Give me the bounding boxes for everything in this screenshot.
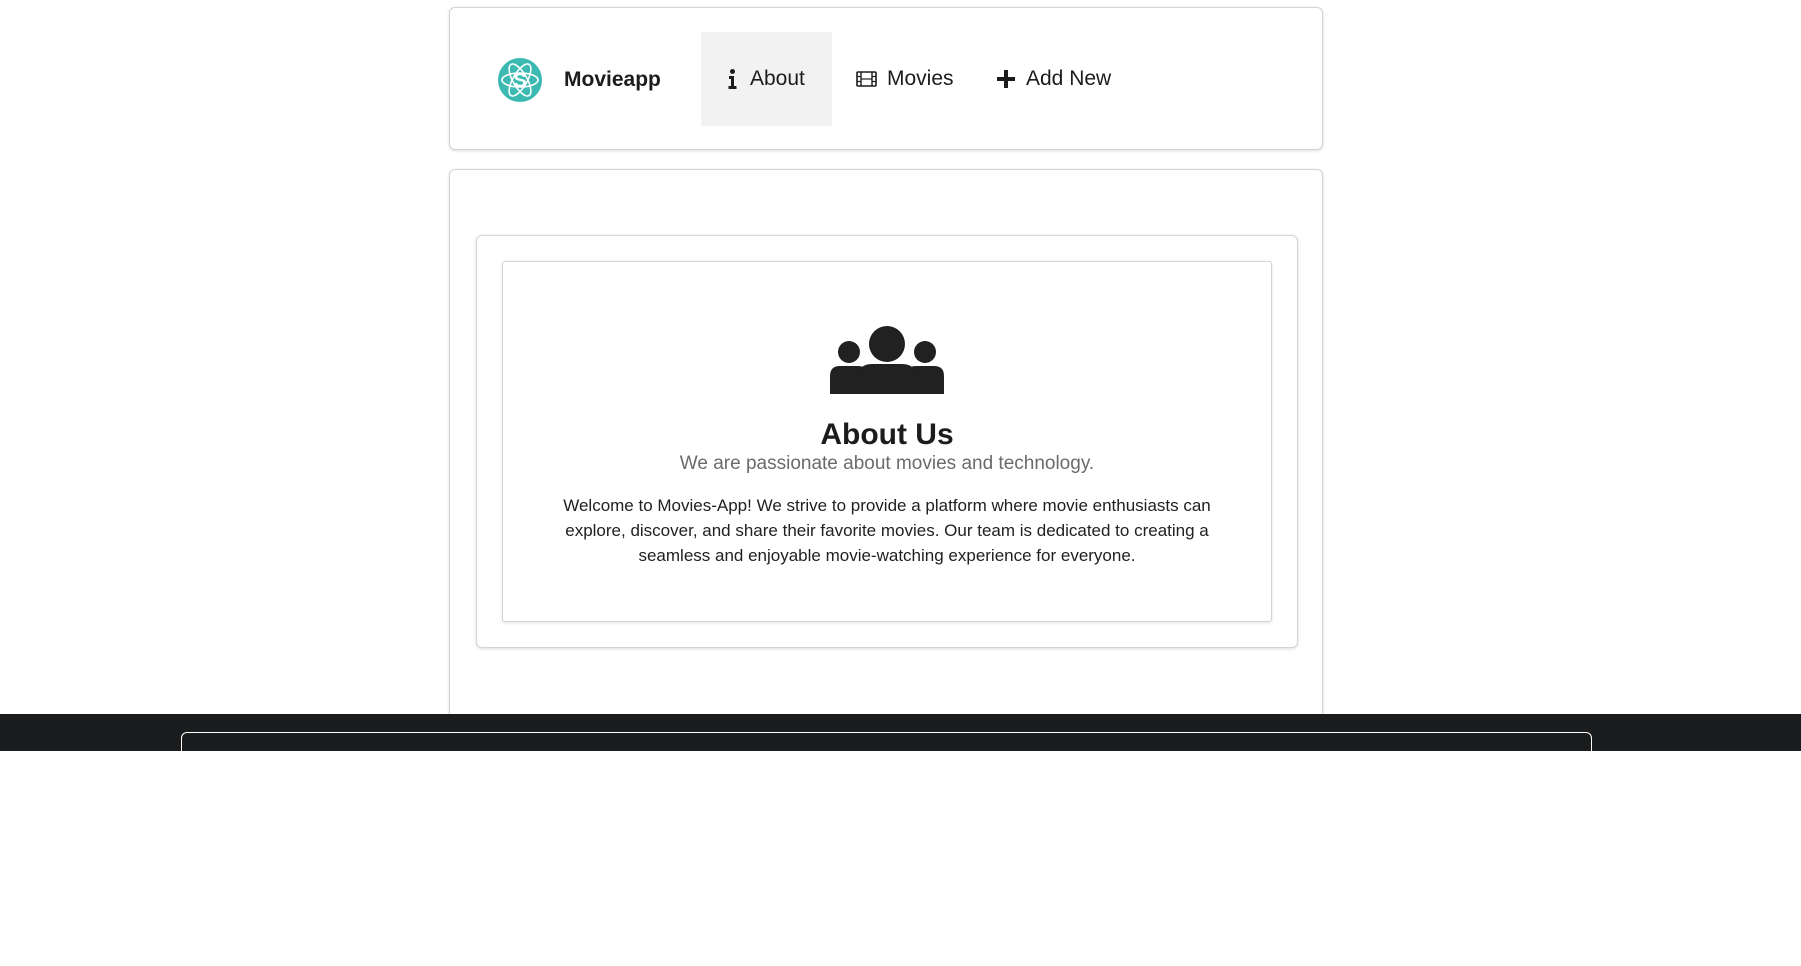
plus-icon bbox=[997, 70, 1015, 88]
nav-item-about[interactable]: About bbox=[701, 32, 832, 126]
brand[interactable]: S Movieapp bbox=[498, 57, 661, 102]
about-body-text: Welcome to Movies-App! We strive to prov… bbox=[563, 496, 1211, 565]
top-navbar: S Movieapp About Movies Add New bbox=[449, 7, 1323, 150]
nav-item-label: Movies bbox=[887, 67, 954, 90]
svg-text:S: S bbox=[513, 70, 526, 92]
about-segment: About Us We are passionate about movies … bbox=[476, 235, 1298, 648]
brand-name: Movieapp bbox=[564, 67, 661, 91]
users-icon bbox=[830, 326, 944, 394]
atom-s-logo-icon: S bbox=[498, 57, 542, 102]
footer bbox=[0, 714, 1801, 751]
film-icon bbox=[856, 71, 877, 87]
nav-item-label: About bbox=[750, 67, 805, 90]
info-icon bbox=[728, 69, 737, 89]
main-container: About Us We are passionate about movies … bbox=[449, 169, 1323, 714]
footer-segment bbox=[181, 732, 1592, 751]
about-card: About Us We are passionate about movies … bbox=[502, 261, 1272, 622]
nav-item-add-new[interactable]: Add New bbox=[997, 32, 1111, 126]
nav-item-label: Add New bbox=[1026, 67, 1112, 90]
about-subtitle: We are passionate about movies and techn… bbox=[679, 453, 1095, 474]
nav-item-movies[interactable]: Movies bbox=[856, 32, 954, 126]
page: S Movieapp About Movies Add New About Us… bbox=[0, 0, 1801, 966]
about-title: About Us bbox=[820, 418, 954, 451]
